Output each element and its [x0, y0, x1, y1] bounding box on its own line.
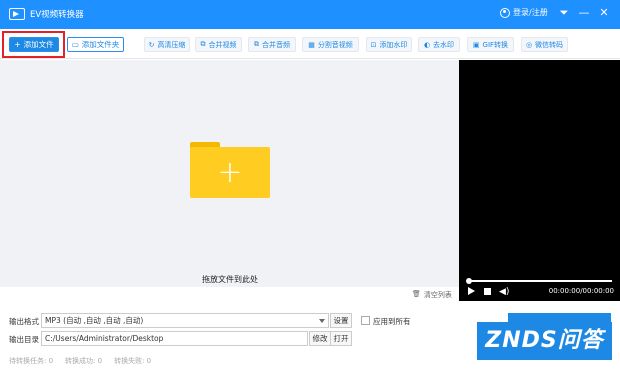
tool-label: 合并音频 [262, 40, 290, 49]
highlight-annotation [2, 31, 65, 58]
merge-icon: ⧉ [254, 40, 259, 48]
tool-label: 去水印 [433, 40, 455, 49]
tool-label: GIF转换 [482, 40, 509, 49]
tool-wechat-transcode[interactable]: ◎ 微信转码 [521, 37, 568, 52]
wechat-icon: ◎ [525, 40, 533, 49]
trash-icon: 🗑 [412, 290, 421, 298]
apply-all-checkbox[interactable] [361, 316, 370, 325]
watermark-icon: ⊡ [370, 40, 377, 49]
stop-icon[interactable] [484, 288, 491, 295]
app-logo-icon [9, 8, 25, 20]
compress-icon: ↻ [148, 40, 155, 49]
gif-icon: ▣ [472, 40, 480, 49]
failed-count: 转换失败: 0 [114, 357, 152, 365]
tool-label: 添加水印 [379, 40, 408, 49]
output-format-value: MP3 (自动 ,自动 ,自动 ,自动) [45, 316, 144, 325]
title-bar: EV视频转换器 登录/注册 ⏷ — ✕ [0, 0, 620, 29]
seek-bar[interactable] [467, 280, 612, 282]
plus-icon: + [217, 155, 243, 190]
clear-list-button[interactable]: 🗑 清空列表 [412, 290, 452, 300]
video-preview [459, 60, 620, 271]
add-folder-button[interactable]: ▭ 添加文件夹 [67, 37, 124, 52]
tool-merge-video[interactable]: ⧉ 合并视频 [195, 37, 242, 52]
output-dir-field[interactable]: C:/Users/Administrator/Desktop [41, 331, 308, 346]
tool-split-media[interactable]: ▦ 分割音视频 [302, 37, 359, 52]
tool-label: 微信转码 [535, 40, 564, 49]
split-icon: ▦ [308, 40, 315, 49]
player-controls: ◀) 00:00:00/00:00:00 [459, 271, 620, 301]
tool-add-watermark[interactable]: ⊡ 添加水印 [366, 37, 412, 52]
modify-dir-button[interactable]: 修改 [309, 331, 331, 346]
merge-icon: ⧉ [200, 40, 206, 48]
output-format-select[interactable]: MP3 (自动 ,自动 ,自动 ,自动) [41, 313, 329, 328]
apply-all-label: 应用到所有 [373, 317, 411, 326]
tool-hd-compress[interactable]: ↻ 高清压缩 [144, 37, 190, 52]
remove-watermark-icon: ◐ [423, 40, 431, 49]
volume-icon[interactable]: ◀) [499, 287, 509, 297]
close-button[interactable]: ✕ [597, 5, 611, 21]
drop-hint-text: 拖放文件到此处 [202, 275, 258, 284]
add-folder-icon[interactable]: + [190, 142, 270, 198]
tool-label: 高清压缩 [157, 40, 186, 49]
open-dir-button[interactable]: 打开 [330, 331, 352, 346]
output-dir-label: 输出目录 [9, 335, 39, 344]
output-format-label: 输出格式 [9, 317, 39, 326]
user-icon [500, 7, 510, 18]
task-stats: 待转换任务: 0 转换成功: 0 转换失败: 0 [9, 356, 151, 366]
tool-gif-convert[interactable]: ▣ GIF转换 [467, 37, 514, 52]
znds-watermark: ZNDS问答 [477, 322, 612, 360]
menu-dropdown-button[interactable]: ⏷ [557, 5, 571, 21]
toolbar: + 添加文件 ▭ 添加文件夹 ↻ 高清压缩 ⧉ 合并视频 ⧉ 合并音频 ▦ 分割… [0, 29, 620, 59]
minimize-button[interactable]: — [577, 5, 591, 21]
file-drop-zone[interactable]: + 拖放文件到此处 [0, 60, 459, 287]
waiting-count: 待转换任务: 0 [9, 357, 54, 365]
tool-label: 合并视频 [208, 40, 237, 49]
chevron-down-icon [319, 319, 325, 323]
success-count: 转换成功: 0 [65, 357, 103, 365]
folder-icon: ▭ [71, 40, 79, 49]
seek-handle[interactable] [466, 278, 472, 284]
play-icon[interactable] [468, 287, 475, 295]
tool-remove-watermark[interactable]: ◐ 去水印 [418, 37, 460, 52]
add-folder-label: 添加文件夹 [81, 40, 120, 49]
settings-button[interactable]: 设置 [330, 313, 352, 328]
login-register-label: 登录/注册 [513, 8, 548, 17]
clear-list-label: 清空列表 [423, 291, 452, 299]
tool-merge-audio[interactable]: ⧉ 合并音频 [248, 37, 296, 52]
app-title: EV视频转换器 [30, 10, 84, 20]
tool-label: 分割音视频 [317, 40, 353, 49]
playback-time: 00:00:00/00:00:00 [548, 287, 614, 295]
login-register-button[interactable]: 登录/注册 [500, 7, 548, 18]
